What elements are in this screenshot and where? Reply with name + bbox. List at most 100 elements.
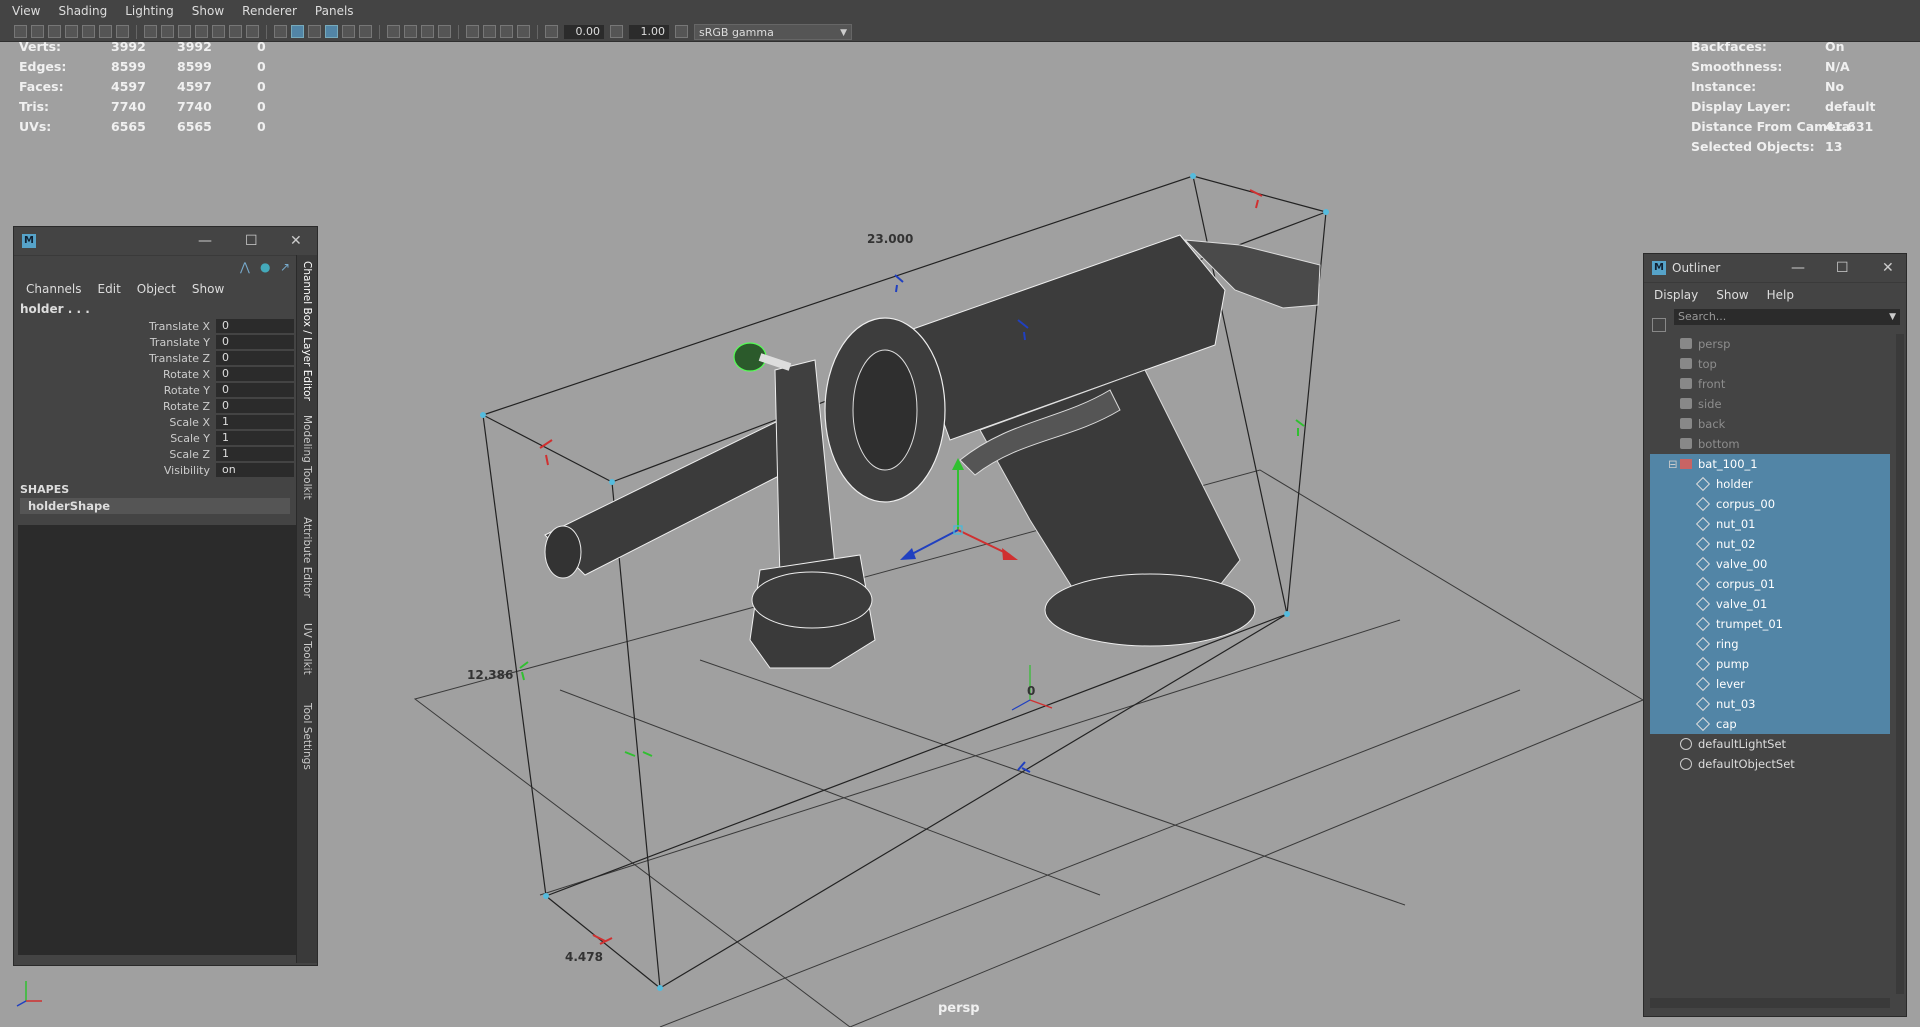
outliner-item-valve-00[interactable]: valve_00 (1650, 554, 1890, 574)
tab-channel-box[interactable]: Channel Box / Layer Editor (301, 261, 313, 401)
outliner-item-pump[interactable]: pump (1650, 654, 1890, 674)
outliner-item-trumpet-01[interactable]: trumpet_01 (1650, 614, 1890, 634)
select-camera-icon[interactable] (14, 25, 27, 38)
channel-value[interactable]: 0 (216, 383, 294, 397)
gate-mask-icon[interactable] (195, 25, 208, 38)
channel-value[interactable]: 1 (216, 431, 294, 445)
outliner-item-corpus-01[interactable]: corpus_01 (1650, 574, 1890, 594)
outliner-item-bat-100-1[interactable]: ⊟ bat_100_1 (1650, 454, 1890, 474)
exposure-field[interactable]: 0.00 (564, 24, 604, 39)
outliner-item-bottom[interactable]: bottom (1650, 434, 1890, 454)
ambient-occlusion-icon[interactable] (404, 25, 417, 38)
isolate-select-icon[interactable] (466, 25, 479, 38)
color-space-dropdown[interactable]: sRGB gamma ▼ (694, 23, 852, 40)
channel-label[interactable]: Rotate Z (14, 400, 216, 413)
channel-value[interactable]: 0 (216, 335, 294, 349)
camera-attributes-icon[interactable] (31, 25, 44, 38)
channel-row[interactable]: Rotate X0 (14, 366, 317, 382)
outliner-item-front[interactable]: front (1650, 374, 1890, 394)
menu-edit[interactable]: Edit (98, 282, 121, 296)
channel-label[interactable]: Scale X (14, 416, 216, 429)
channel-value[interactable]: 0 (216, 351, 294, 365)
gamma-field[interactable]: 1.00 (629, 24, 669, 39)
menu-view[interactable]: View (0, 0, 49, 22)
outliner-item-nut-02[interactable]: nut_02 (1650, 534, 1890, 554)
axis-icon[interactable]: ⋀ (240, 260, 250, 274)
textured-icon[interactable] (342, 25, 355, 38)
menu-object[interactable]: Object (137, 282, 176, 296)
refresh-icon[interactable]: ● (260, 260, 270, 274)
outliner-item-valve-01[interactable]: valve_01 (1650, 594, 1890, 614)
outliner-vertical-scrollbar[interactable] (1896, 334, 1904, 994)
film-gate-icon[interactable] (161, 25, 174, 38)
outliner-item-holder[interactable]: holder (1650, 474, 1890, 494)
channel-row[interactable]: Rotate Z0 (14, 398, 317, 414)
color-management-icon[interactable] (675, 25, 688, 38)
outliner-horizontal-scrollbar[interactable] (1650, 998, 1890, 1008)
tab-modeling-toolkit[interactable]: Modeling Toolkit (301, 415, 313, 500)
menu-lighting[interactable]: Lighting (116, 0, 183, 22)
channel-row[interactable]: Rotate Y0 (14, 382, 317, 398)
outliner-item-top[interactable]: top (1650, 354, 1890, 374)
channel-row[interactable]: Visibility on (14, 462, 317, 478)
expand-icon[interactable]: ↗ (280, 260, 290, 274)
chevron-down-icon[interactable]: ▼ (1889, 309, 1896, 325)
outliner-search-input[interactable]: Search... ▼ (1674, 309, 1900, 325)
channel-row[interactable]: Scale Z1 (14, 446, 317, 462)
menu-show[interactable]: Show (1716, 288, 1748, 302)
anti-aliasing-icon[interactable] (438, 25, 451, 38)
outliner-item-back[interactable]: back (1650, 414, 1890, 434)
default-material-icon[interactable] (308, 25, 321, 38)
outliner-item-ring[interactable]: ring (1650, 634, 1890, 654)
minimize-icon[interactable]: — (198, 227, 212, 255)
outliner-item-cap[interactable]: cap (1650, 714, 1890, 734)
outliner-item-defaultobjectset[interactable]: defaultObjectSet (1650, 754, 1890, 774)
close-icon[interactable]: ✕ (290, 227, 302, 255)
outliner-titlebar[interactable]: M Outliner — ☐ ✕ (1644, 254, 1906, 283)
channel-value[interactable]: on (216, 463, 294, 477)
safe-action-icon[interactable] (229, 25, 242, 38)
close-icon[interactable]: ✕ (1882, 254, 1894, 282)
channel-label[interactable]: Rotate Y (14, 384, 216, 397)
menu-renderer[interactable]: Renderer (233, 0, 306, 22)
channel-label[interactable]: Scale Y (14, 432, 216, 445)
maximize-icon[interactable]: ☐ (245, 227, 258, 255)
collapse-icon[interactable]: ⊟ (1668, 454, 1678, 474)
channel-value[interactable]: 0 (216, 319, 294, 333)
backface-culling-icon[interactable] (517, 25, 530, 38)
menu-channels[interactable]: Channels (26, 282, 82, 296)
channel-label[interactable]: Translate X (14, 320, 216, 333)
outliner-item-lever[interactable]: lever (1650, 674, 1890, 694)
grid-icon[interactable] (144, 25, 157, 38)
exposure-icon[interactable] (545, 25, 558, 38)
channel-row[interactable]: Scale X1 (14, 414, 317, 430)
image-plane-icon[interactable] (65, 25, 78, 38)
smooth-shade-icon[interactable] (291, 25, 304, 38)
maximize-icon[interactable]: ☐ (1836, 254, 1849, 282)
outliner-item-corpus-00[interactable]: corpus_00 (1650, 494, 1890, 514)
menu-show[interactable]: Show (183, 0, 233, 22)
filter-icon[interactable] (1652, 318, 1666, 332)
menu-display[interactable]: Display (1654, 288, 1698, 302)
channel-label[interactable]: Visibility (14, 464, 216, 477)
outliner-item-nut-03[interactable]: nut_03 (1650, 694, 1890, 714)
channel-box-titlebar[interactable]: M — ☐ ✕ (14, 227, 317, 256)
shadows-icon[interactable] (387, 25, 400, 38)
menu-help[interactable]: Help (1767, 288, 1794, 302)
menu-shading[interactable]: Shading (49, 0, 116, 22)
channel-value[interactable]: 0 (216, 367, 294, 381)
wireframe-on-shaded-icon[interactable] (325, 25, 338, 38)
safe-title-icon[interactable] (246, 25, 259, 38)
channel-row[interactable]: Scale Y1 (14, 430, 317, 446)
field-chart-icon[interactable] (212, 25, 225, 38)
shape-node-item[interactable]: holderShape (20, 498, 290, 514)
menu-show[interactable]: Show (192, 282, 224, 296)
wireframe-icon[interactable] (274, 25, 287, 38)
xray-icon[interactable] (483, 25, 496, 38)
tab-tool-settings[interactable]: Tool Settings (301, 703, 313, 770)
channel-value[interactable]: 1 (216, 447, 294, 461)
channel-row[interactable]: Translate X0 (14, 318, 317, 334)
channel-value[interactable]: 1 (216, 415, 294, 429)
gun-model[interactable] (544, 234, 1321, 669)
2d-pan-zoom-icon[interactable] (99, 25, 112, 38)
